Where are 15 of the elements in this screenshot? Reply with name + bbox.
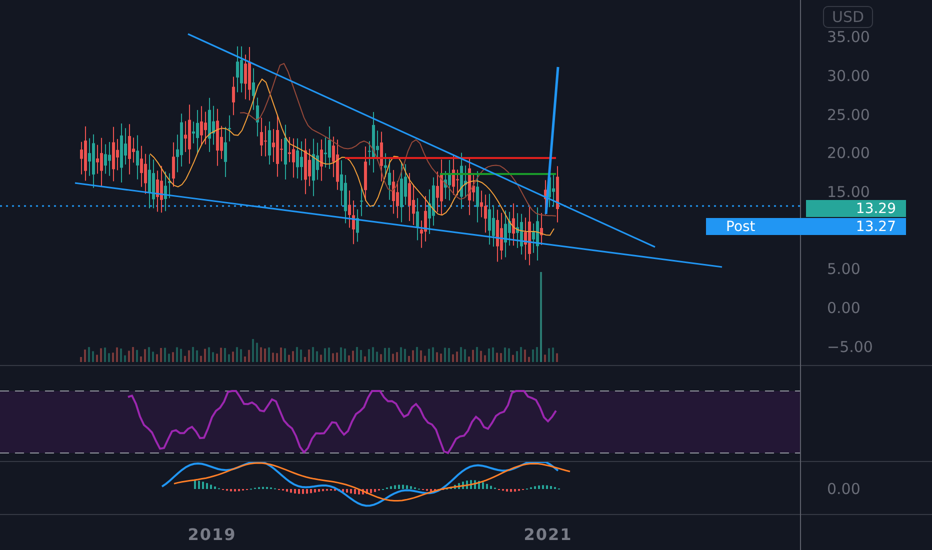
price-axis-label: 35.00	[827, 29, 870, 46]
badge-label: Post	[726, 218, 756, 234]
time-axis-label: 2019	[186, 525, 238, 544]
price-axis-label: 0.00	[827, 300, 860, 316]
time-axis-label: 2021	[522, 525, 574, 544]
price-axis-label: 15.00	[827, 184, 870, 200]
price-axis-label: 5.00	[827, 261, 860, 278]
price-axis-label: 20.00	[827, 145, 870, 162]
price-axis-label: −5.00	[827, 338, 873, 355]
badge-value: 13.27	[856, 218, 897, 234]
badge-value: 13.29	[856, 200, 897, 216]
price-axis-label: 30.00	[827, 68, 870, 84]
currency-button[interactable]: USD	[823, 6, 874, 28]
price-axis-label: 25.00	[827, 106, 870, 122]
macd-axis-label: 0.00	[827, 481, 860, 497]
